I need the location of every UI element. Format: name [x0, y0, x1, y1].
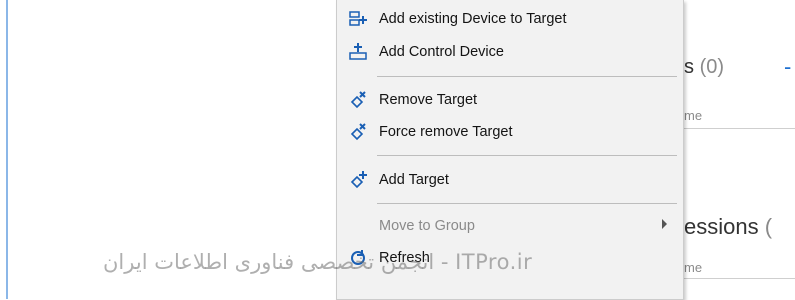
force-remove-target-icon [347, 121, 369, 143]
column-underline-1 [684, 128, 795, 129]
menu-item-label: Add existing Device to Target [379, 11, 567, 27]
menu-item-label: Add Control Device [379, 44, 504, 60]
menu-separator [377, 155, 677, 156]
menu-item-label: Force remove Target [379, 124, 513, 140]
submenu-arrow-icon [662, 219, 667, 229]
section-count-1: (0) [699, 56, 725, 78]
menu-item-add-existing-device[interactable]: Add existing Device to Target [343, 7, 677, 31]
menu-item-force-remove-target[interactable]: Force remove Target [343, 120, 677, 144]
section-title-2-text: essions [684, 214, 759, 239]
add-target-icon [347, 169, 369, 191]
blank-icon-slot [347, 215, 369, 237]
menu-item-label: Move to Group [379, 218, 475, 234]
menu-item-move-to-group[interactable]: Move to Group [343, 214, 677, 238]
menu-item-remove-target[interactable]: Remove Target [343, 88, 677, 112]
column-header-2[interactable]: me [684, 260, 702, 275]
menu-item-label: Add Target [379, 172, 449, 188]
menu-item-add-target[interactable]: Add Target [343, 168, 677, 192]
menu-item-add-control-device[interactable]: Add Control Device [343, 40, 677, 64]
menu-separator [377, 76, 677, 77]
section-title-2: essions ( [684, 214, 772, 240]
column-underline-2 [684, 278, 795, 279]
column-header-1[interactable]: me [684, 108, 702, 123]
menu-separator [377, 203, 677, 204]
watermark-text: انجمن تخصصی فناوری اطلاعات ایران - ITPro… [103, 250, 533, 274]
section-title-1-text: s [684, 56, 694, 78]
accent-dash: - [784, 54, 792, 79]
add-control-device-icon [347, 41, 369, 63]
section-title-1: s (0) [684, 56, 724, 79]
add-existing-device-icon [347, 8, 369, 30]
menu-item-label: Remove Target [379, 92, 478, 108]
section-count-2: ( [764, 214, 773, 239]
remove-target-icon [347, 89, 369, 111]
